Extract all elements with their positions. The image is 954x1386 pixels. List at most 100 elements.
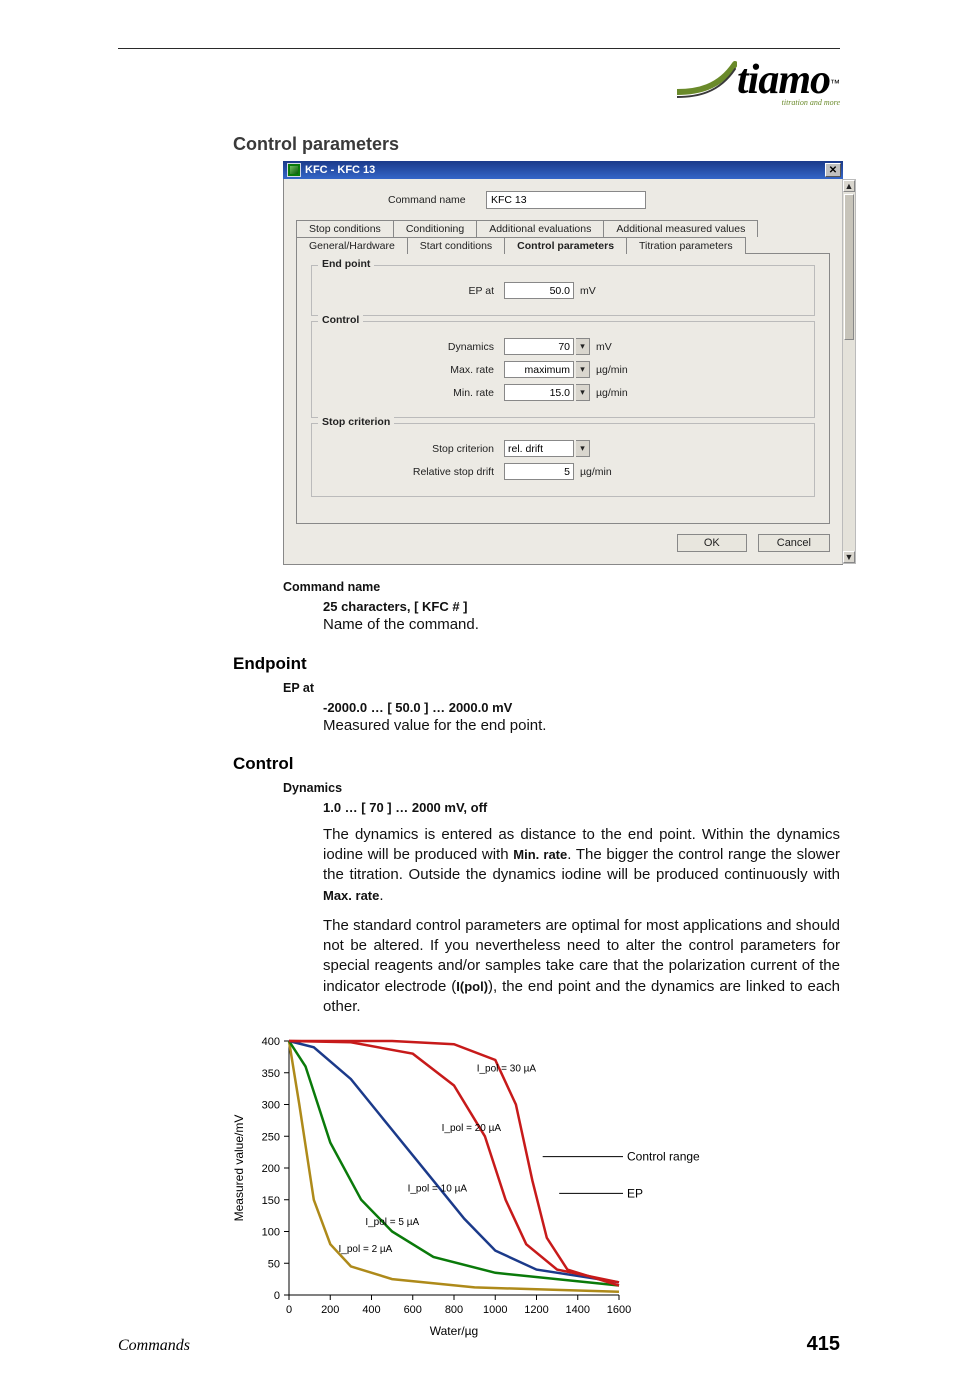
entry-dynamics-p2: The standard control parameters are opti… [323, 916, 840, 1017]
dropdown-stop-criterion[interactable]: ▾ [576, 440, 590, 457]
svg-text:0: 0 [286, 1304, 292, 1316]
label-dynamics: Dynamics [322, 341, 504, 353]
input-dynamics[interactable] [504, 338, 574, 355]
svg-text:I_pol = 20 µA: I_pol = 20 µA [442, 1123, 502, 1134]
label-rel-stop-drift: Relative stop drift [322, 466, 504, 478]
command-name-label: Command name [388, 194, 486, 206]
brand-swoosh-icon [677, 58, 737, 107]
dropdown-min-rate[interactable]: ▾ [576, 384, 590, 401]
svg-text:400: 400 [262, 1036, 280, 1048]
row-min-rate: Min. rate ▾ µg/min [322, 384, 804, 401]
svg-text:I_pol = 10 µA: I_pol = 10 µA [408, 1184, 468, 1195]
entry-command-name: Command name 25 characters, [ KFC # ] Na… [283, 579, 840, 636]
row-rel-stop-drift: Relative stop drift µg/min [322, 463, 804, 480]
entry-dynamics-spec: 1.0 … [ 70 ] … 2000 mV, off [323, 799, 840, 817]
tab-stop-conditions[interactable]: Stop conditions [296, 220, 394, 237]
scroll-down-button[interactable]: ▼ [843, 551, 855, 563]
svg-text:200: 200 [321, 1304, 339, 1316]
unit-min-rate: µg/min [596, 387, 628, 399]
entry-command-name-title: Command name [283, 579, 840, 596]
entry-dynamics: Dynamics 1.0 … [ 70 ] … 2000 mV, off The… [283, 780, 840, 1017]
unit-max-rate: µg/min [596, 364, 628, 376]
tab-titration-parameters[interactable]: Titration parameters [626, 237, 746, 254]
header-rule [118, 48, 840, 49]
dropdown-dynamics[interactable]: ▾ [576, 338, 590, 355]
dialog-screenshot: KFC - KFC 13 ✕ ▲ ▼ Command name Stop [283, 161, 843, 565]
chevron-down-icon: ▾ [580, 364, 585, 375]
heading-endpoint: Endpoint [233, 654, 840, 674]
page: tiamo™ titration and more Control parame… [0, 0, 954, 1386]
unit-dynamics: mV [596, 341, 612, 353]
input-min-rate[interactable] [504, 384, 574, 401]
tab-additional-evaluations[interactable]: Additional evaluations [476, 220, 604, 237]
svg-text:100: 100 [262, 1227, 280, 1239]
dialog-scrollbar[interactable]: ▲ ▼ [842, 179, 856, 564]
ok-button[interactable]: OK [677, 534, 747, 552]
unit-rel-stop-drift: µg/min [580, 466, 612, 478]
row-ep-at: EP at mV [322, 282, 804, 299]
scroll-thumb[interactable] [844, 194, 854, 340]
close-button[interactable]: ✕ [825, 163, 841, 177]
group-stop-criterion-legend: Stop criterion [318, 416, 394, 428]
group-end-point-legend: End point [318, 258, 374, 270]
app-icon [287, 163, 301, 177]
footer-page-number: 415 [807, 1333, 840, 1356]
tab-start-conditions[interactable]: Start conditions [407, 237, 505, 254]
brand-name: tiamo™ [737, 80, 840, 97]
command-name-row: Command name [296, 191, 830, 209]
label-stop-criterion: Stop criterion [322, 443, 504, 455]
input-stop-criterion[interactable] [504, 440, 574, 457]
tab-additional-measured-values[interactable]: Additional measured values [603, 220, 758, 237]
tab-general-hardware[interactable]: General/Hardware [296, 237, 408, 254]
svg-text:250: 250 [262, 1131, 280, 1143]
tab-panel-control-parameters: End point EP at mV [296, 253, 830, 524]
svg-text:I_pol = 30 µA: I_pol = 30 µA [477, 1063, 537, 1074]
cancel-button[interactable]: Cancel [758, 534, 830, 552]
scroll-up-button[interactable]: ▲ [843, 180, 855, 192]
svg-text:1600: 1600 [607, 1304, 631, 1316]
close-icon: ✕ [829, 165, 837, 176]
svg-text:I_pol = 2 µA: I_pol = 2 µA [339, 1244, 393, 1255]
entry-ep-at-desc: Measured value for the end point. [323, 716, 840, 736]
chevron-down-icon: ▾ [580, 387, 585, 398]
dropdown-max-rate[interactable]: ▾ [576, 361, 590, 378]
label-ep-at: EP at [322, 285, 504, 297]
tab-control-parameters[interactable]: Control parameters [504, 237, 627, 254]
entry-ep-at: EP at -2000.0 … [ 50.0 ] … 2000.0 mV Mea… [283, 680, 840, 737]
entry-dynamics-p1: The dynamics is entered as distance to t… [323, 825, 840, 906]
footer: Commands 415 [118, 1333, 840, 1356]
dialog-titlebar: KFC - KFC 13 ✕ [283, 161, 843, 179]
entry-ep-at-title: EP at [283, 680, 840, 697]
svg-text:300: 300 [262, 1100, 280, 1112]
dialog-title: KFC - KFC 13 [305, 164, 375, 176]
svg-text:EP: EP [627, 1186, 643, 1200]
input-ep-at[interactable] [504, 282, 574, 299]
svg-text:150: 150 [262, 1195, 280, 1207]
chart-control-range: 0200400600800100012001400160005010015020… [229, 1031, 729, 1346]
brand-logo: tiamo™ titration and more [737, 56, 840, 107]
svg-text:1200: 1200 [524, 1304, 548, 1316]
svg-text:1000: 1000 [483, 1304, 507, 1316]
svg-text:Measured value/mV: Measured value/mV [232, 1115, 246, 1222]
command-name-input[interactable] [486, 191, 646, 209]
entry-ep-at-spec: -2000.0 … [ 50.0 ] … 2000.0 mV [323, 699, 840, 717]
tab-conditioning[interactable]: Conditioning [393, 220, 477, 237]
svg-text:600: 600 [404, 1304, 422, 1316]
svg-text:800: 800 [445, 1304, 463, 1316]
heading-control-parameters: Control parameters [233, 134, 840, 155]
entry-dynamics-title: Dynamics [283, 780, 840, 797]
label-max-rate: Max. rate [322, 364, 504, 376]
svg-text:50: 50 [268, 1258, 280, 1270]
group-control-legend: Control [318, 314, 363, 326]
dialog-tabs: Stop conditions Conditioning Additional … [296, 219, 830, 524]
label-min-rate: Min. rate [322, 387, 504, 399]
input-max-rate[interactable] [504, 361, 574, 378]
chart-svg: 0200400600800100012001400160005010015020… [229, 1031, 729, 1341]
term-min-rate: Min. rate [513, 847, 567, 862]
input-rel-stop-drift[interactable] [504, 463, 574, 480]
entry-command-name-spec: 25 characters, [ KFC # ] [323, 598, 840, 616]
term-ipol: I(pol) [456, 979, 488, 994]
heading-control: Control [233, 754, 840, 774]
entry-dynamics-p1-c: . [379, 887, 383, 904]
dialog-buttons: OK Cancel [296, 534, 830, 552]
